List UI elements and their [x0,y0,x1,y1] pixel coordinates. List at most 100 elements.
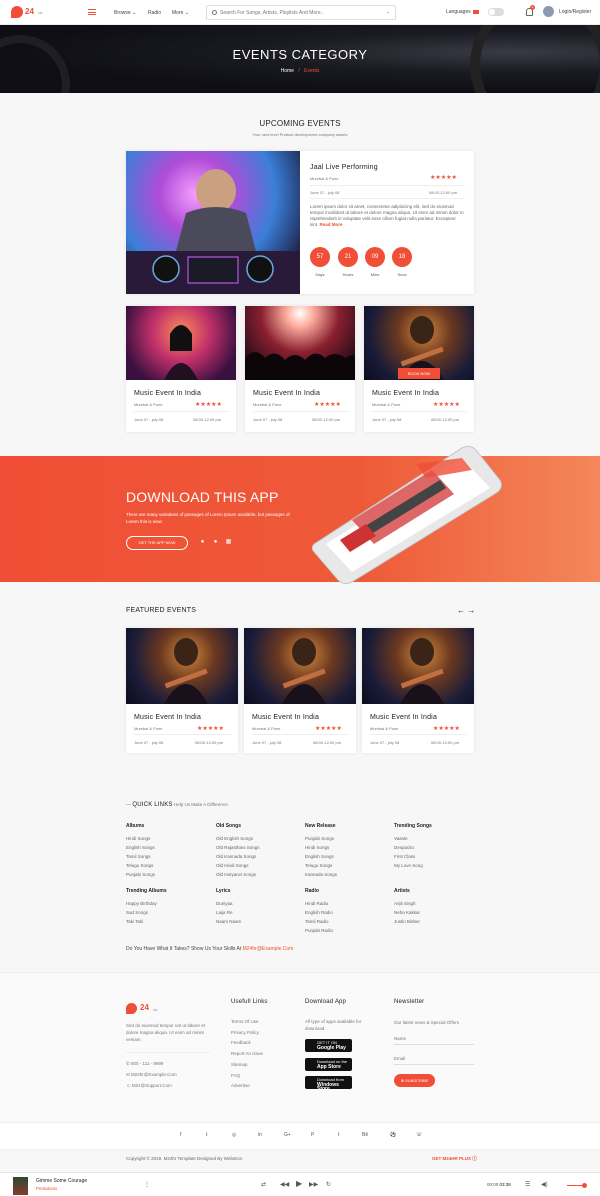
apple-icon[interactable]: ● [212,539,219,546]
ql-link[interactable]: Naam Naam [216,917,241,926]
read-more-link[interactable]: Read More [320,222,343,227]
subscribe-button[interactable]: ⊕ SUBSCRIBE [394,1074,435,1087]
ql-link[interactable]: Hindi Songs [126,834,155,843]
ql-link[interactable]: English Songs [126,843,155,852]
event-image[interactable] [126,628,238,704]
newsletter-email-input[interactable]: Email [394,1053,474,1065]
site-logo[interactable]: 24 MB [8,5,46,19]
google-plus-icon[interactable]: G+ [284,1132,291,1138]
event-image[interactable] [244,628,356,704]
play-icon[interactable]: ▶ [296,1179,302,1188]
android-icon[interactable]: ● [199,539,206,546]
ql-link[interactable]: Justin Bieber [394,917,420,926]
footer-link[interactable]: Privacy Policy [231,1028,263,1039]
app-store-badge[interactable]: Download on the App Store [305,1058,352,1071]
event-title[interactable]: Music Event In India [253,390,320,397]
footer-link[interactable]: FAQ [231,1071,263,1082]
arrow-right-icon[interactable]: → [467,606,475,615]
ql-link[interactable]: First Class [394,852,432,861]
avatar[interactable] [543,6,554,17]
event-title[interactable]: Music Event In India [134,390,201,397]
ql-link[interactable]: Punjabi Songs [126,870,155,879]
ql-link[interactable]: Old Kannada Songs [216,852,260,861]
event-title[interactable]: Music Event In India [372,390,439,397]
ql-link[interactable]: English Songs [305,852,337,861]
nav-more[interactable]: More ⌄ [172,10,189,16]
instagram-icon[interactable]: ◎ [232,1132,236,1138]
get-app-button[interactable]: GET THE APP NOW [126,536,188,550]
volume-handle[interactable] [582,1183,587,1188]
linkedin-icon[interactable]: in [258,1132,262,1138]
footer-email[interactable]: ✉ M24hr@Example.Com [126,1070,177,1081]
event-title[interactable]: Music Event In India [134,714,201,721]
ql-link[interactable]: Punjabi Songs [305,834,337,843]
event-title[interactable]: Jaal Live Performing [310,164,378,171]
dribbble-icon[interactable]: ⚽ [390,1132,396,1138]
ql-link[interactable]: Happy Birthday [126,899,167,908]
ql-link[interactable]: English Radio [305,908,333,917]
nav-radio[interactable]: Radio [148,10,161,16]
repeat-icon[interactable]: ↻ [326,1181,331,1188]
next-icon[interactable]: ▶▶ [309,1181,318,1188]
more-options-icon[interactable]: ⋮ [144,1181,150,1188]
ql-link[interactable]: Old Haryanvi Songs [216,870,260,879]
track-thumbnail[interactable] [13,1177,28,1195]
whatsapp-icon[interactable]: ☏ [416,1132,422,1138]
ql-link[interactable]: Punjabi Radio [305,926,333,935]
language-selector[interactable]: Languages [446,9,479,15]
ql-link[interactable]: Kannada Songs [305,870,337,879]
behance-icon[interactable]: Bē [362,1132,368,1138]
event-image[interactable] [126,306,236,380]
tumblr-icon[interactable]: t [338,1132,339,1138]
search-input[interactable]: Search For Songs, Artists, Playlists And… [206,5,396,20]
ql-link[interactable]: Hindi Songs [305,843,337,852]
track-artist[interactable]: Pentatonix [36,1186,57,1191]
previous-icon[interactable]: ◀◀ [280,1181,289,1188]
arrow-left-icon[interactable]: ← [457,606,465,615]
menu-icon[interactable] [88,9,96,15]
breadcrumb-home[interactable]: Home [281,68,294,74]
ql-link[interactable]: Tamil Songs [126,852,155,861]
ql-link[interactable]: Laija Re [216,908,241,917]
ql-link[interactable]: Despacito [394,843,432,852]
footer-logo[interactable]: 24 MB [126,1002,162,1015]
ql-link[interactable]: Tamil Radio [305,917,333,926]
ql-link[interactable]: Taki Taki [126,917,167,926]
windows-icon[interactable]: ▦ [225,539,232,546]
footer-link[interactable]: Feedback [231,1038,263,1049]
login-link[interactable]: Login/Register [559,9,591,15]
google-play-badge[interactable]: GET IT ON Google Play [305,1039,352,1052]
ql-link[interactable]: Telugu Songs [305,861,337,870]
windows-store-badge[interactable]: Download from Windows Store [305,1076,352,1092]
newsletter-name-input[interactable]: Name [394,1033,474,1045]
twitter-icon[interactable]: t [206,1132,207,1138]
ql-link[interactable]: Neha Kakkar [394,908,420,917]
event-image[interactable] [362,628,474,704]
event-image[interactable] [126,151,300,294]
ql-link[interactable]: Hindi Radio [305,899,333,908]
ql-link[interactable]: Duniyaa [216,899,241,908]
contact-email-link[interactable]: M24hr@Example.Com [243,946,294,952]
volume-icon[interactable]: ◀) [541,1181,548,1188]
pinterest-icon[interactable]: P [311,1132,314,1138]
footer-link[interactable]: Report An Issue [231,1049,263,1060]
event-title[interactable]: Music Event In India [370,714,437,721]
footer-link[interactable]: Terms Of Use [231,1017,263,1028]
ql-link[interactable]: Telugu Songs [126,861,155,870]
shuffle-icon[interactable]: ⇄ [261,1181,266,1188]
facebook-icon[interactable]: f [180,1132,181,1138]
theme-toggle[interactable] [488,8,504,16]
ql-link[interactable]: Arijit Singh [394,899,420,908]
queue-icon[interactable]: ☰ [525,1181,530,1188]
footer-email-support[interactable]: ☺ M24@Support.Com [126,1081,172,1092]
ql-link[interactable]: Old Hindi Songs [216,861,260,870]
track-title[interactable]: Gimme Some Courage [36,1178,87,1184]
ql-link[interactable]: Vaaste [394,834,432,843]
ql-link[interactable]: Old English Songs [216,834,260,843]
ql-link[interactable]: Old Rajasthani Songs [216,843,260,852]
event-title[interactable]: Music Event In India [252,714,319,721]
get-plus-link[interactable]: GET M24HR PLUS ⓘ [432,1156,477,1162]
footer-link[interactable]: Advertise [231,1081,263,1092]
event-image[interactable] [245,306,355,380]
ql-link[interactable]: Sad Songs [126,908,167,917]
